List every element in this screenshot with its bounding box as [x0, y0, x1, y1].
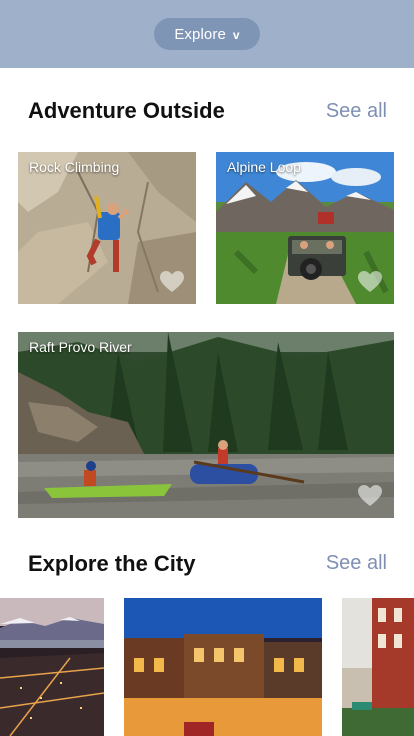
raft-provo-river-image [18, 332, 394, 518]
top-bar: Explore v [0, 0, 414, 68]
section-title-city: Explore the City [28, 551, 196, 576]
city-historic-street-image [342, 598, 414, 736]
card-label: Rock Climbing [29, 159, 120, 175]
heart-icon[interactable] [159, 270, 185, 294]
explore-label: Explore [174, 25, 226, 43]
card-city-main-street[interactable] [124, 598, 322, 736]
card-city-skyline[interactable] [0, 598, 104, 736]
card-rock-climbing[interactable]: Rock Climbing [18, 152, 196, 304]
city-main-street-image [124, 598, 322, 736]
heart-icon[interactable] [357, 270, 383, 294]
chevron-down-icon: v [232, 28, 240, 42]
see-all-adventure-link[interactable]: See all [326, 100, 387, 123]
card-label: Alpine Loop [227, 159, 301, 175]
heart-icon[interactable] [357, 484, 383, 508]
card-alpine-loop[interactable]: Alpine Loop [216, 152, 394, 304]
card-raft-provo-river[interactable]: Raft Provo River [18, 332, 394, 518]
see-all-city-link[interactable]: See all [326, 552, 387, 575]
card-city-historic-street[interactable] [342, 598, 414, 736]
explore-dropdown-button[interactable]: Explore v [154, 18, 260, 50]
city-skyline-image [0, 598, 104, 736]
section-title-adventure: Adventure Outside [28, 98, 225, 123]
card-label: Raft Provo River [29, 339, 132, 355]
